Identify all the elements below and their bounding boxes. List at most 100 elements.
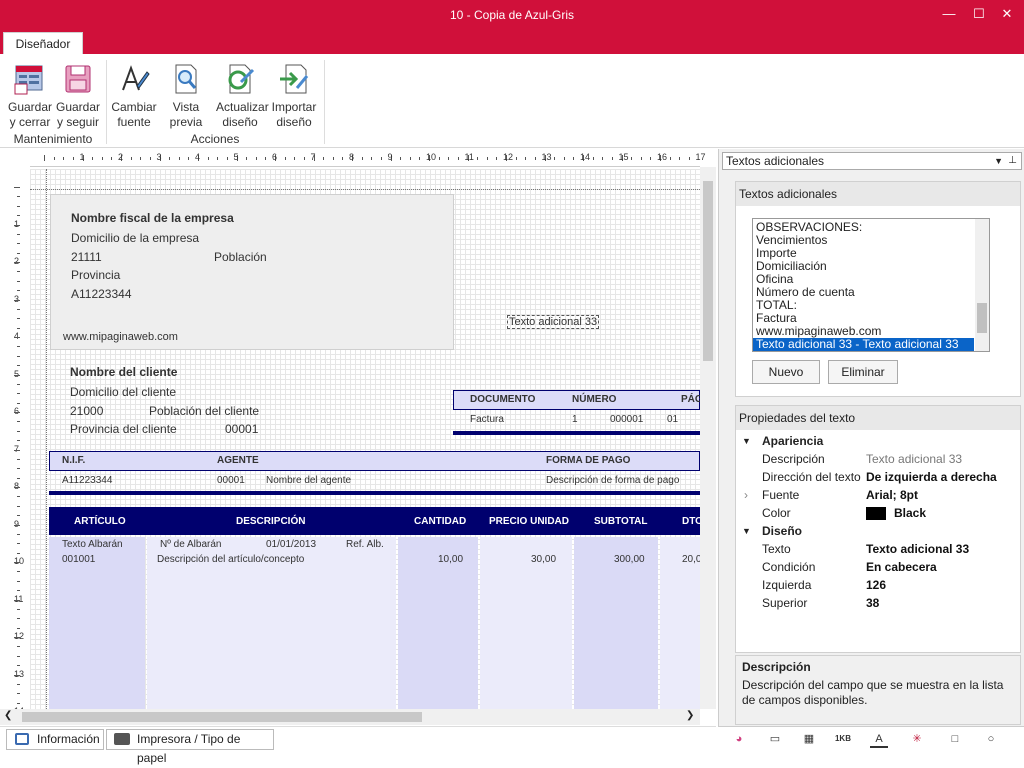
- update-design-button[interactable]: Actualizar diseño: [216, 60, 269, 129]
- delete-button[interactable]: Eliminar: [828, 360, 898, 384]
- prop-row[interactable]: Condición En cabecera: [738, 558, 1004, 576]
- agent-nif: A11223344: [62, 475, 113, 486]
- text-format-icon[interactable]: A: [870, 730, 888, 748]
- company-zip: 21111: [71, 250, 102, 264]
- database-icon[interactable]: ▦: [800, 730, 818, 748]
- collapse-icon[interactable]: ▼: [742, 432, 751, 450]
- prop-row[interactable]: Superior 38: [738, 594, 1004, 612]
- import-design-button[interactable]: Importar diseño: [270, 60, 318, 129]
- panel-icon-bar: ◕ ▭ ▦ 1KB A ✳ □ ○: [718, 726, 1024, 750]
- prop-row[interactable]: Dirección del texto De izquierda a derech…: [738, 468, 1004, 486]
- agent-header-agente: AGENTE: [217, 455, 259, 466]
- company-block[interactable]: Nombre fiscal de la empresa Domicilio de…: [50, 194, 454, 350]
- panel-selector[interactable]: Textos adicionales ▼ ⊥: [722, 152, 1022, 170]
- client-zip: 21000: [70, 404, 104, 418]
- margin-guide: [46, 169, 47, 709]
- ruler-tick: [419, 157, 421, 160]
- ruler-number: 5: [233, 152, 239, 162]
- rectangle-icon[interactable]: □: [946, 730, 964, 748]
- ruler-tick: [17, 393, 20, 395]
- category-apariencia[interactable]: ▼ Apariencia: [738, 432, 1004, 450]
- prop-value: 126: [866, 578, 887, 592]
- texts-section-title: Textos adicionales: [736, 182, 1020, 206]
- ellipse-icon[interactable]: ○: [982, 730, 1000, 748]
- category-diseno[interactable]: ▼ Diseño: [738, 522, 1004, 540]
- new-button[interactable]: Nuevo: [752, 360, 820, 384]
- line-tool-icon[interactable]: ✳: [908, 730, 926, 748]
- doc-type: Factura: [470, 414, 504, 425]
- palette-icon[interactable]: ◕: [730, 730, 748, 748]
- agent-header-forma-pago: FORMA DE PAGO: [546, 455, 631, 466]
- barcode-icon[interactable]: 1KB: [834, 730, 852, 748]
- agent-table-rule: [49, 491, 700, 495]
- client-city: Población del cliente: [149, 404, 260, 418]
- dropdown-arrow-icon[interactable]: ▼: [994, 153, 1003, 169]
- text-properties-section: Propiedades del texto ▼ Apariencia Descr…: [735, 405, 1021, 653]
- ruler-number: 17: [695, 152, 706, 162]
- albaran-number: Nº de Albarán: [160, 539, 222, 550]
- prop-row[interactable]: Izquierda 126: [738, 576, 1004, 594]
- ruler-tick: [525, 157, 527, 160]
- tab-informacion[interactable]: Información: [6, 729, 104, 750]
- document-icon[interactable]: ▭: [766, 730, 784, 748]
- prop-row[interactable]: Color Black: [738, 504, 1004, 522]
- category-diseno-label: Diseño: [762, 524, 803, 538]
- ruler-tick: [101, 157, 103, 160]
- ruler-tick: [17, 571, 20, 573]
- vertical-scrollbar[interactable]: [700, 167, 716, 709]
- panel-selector-value: Textos adicionales: [726, 154, 825, 168]
- list-scrollbar[interactable]: [975, 219, 989, 351]
- save-continue-button[interactable]: Guardar y seguir: [54, 60, 102, 129]
- ruler-tick: [361, 157, 363, 160]
- albaran-ref: Ref. Alb.: [346, 539, 384, 550]
- ruler-number: 6: [272, 152, 278, 162]
- prop-row[interactable]: Texto Texto adicional 33: [738, 540, 1004, 558]
- list-scroll-thumb[interactable]: [977, 303, 987, 333]
- tab-impresora[interactable]: Impresora / Tipo de papel: [106, 729, 274, 765]
- ruler-tick: [17, 280, 20, 282]
- font-pen-icon: [122, 65, 150, 91]
- horizontal-scroll-thumb[interactable]: [22, 712, 422, 722]
- ruler-tick: [17, 505, 20, 507]
- change-font-button[interactable]: Cambiar fuente: [110, 60, 158, 129]
- ruler-tick: [303, 157, 305, 160]
- help-text: Descripción del campo que se muestra en …: [742, 678, 1004, 707]
- save-close-button[interactable]: Guardar y cerrar: [6, 60, 54, 129]
- selected-text-field[interactable]: Texto adicional 33: [507, 315, 600, 329]
- prop-row[interactable]: Descripción Texto adicional 33: [738, 450, 1004, 468]
- minimize-button[interactable]: —: [938, 4, 960, 24]
- scroll-left-arrow-icon[interactable]: ❮: [4, 710, 12, 721]
- close-button[interactable]: ✕: [996, 4, 1018, 24]
- list-item-selected[interactable]: Texto adicional 33 - Texto adicional 33: [753, 338, 974, 351]
- update-design-icon: [228, 64, 255, 94]
- vertical-scroll-thumb[interactable]: [703, 181, 713, 361]
- prop-key: Descripción: [762, 452, 825, 466]
- save-continue-label-1: Guardar: [55, 100, 101, 114]
- prop-row[interactable]: › Fuente Arial; 8pt: [738, 486, 1004, 504]
- horizontal-scrollbar[interactable]: ❮ ❯: [0, 709, 700, 725]
- pin-icon[interactable]: ⊥: [1008, 153, 1017, 169]
- tab-disenador[interactable]: Diseñador: [3, 32, 83, 56]
- collapse-icon[interactable]: ▼: [742, 522, 751, 540]
- client-code: 00001: [225, 422, 259, 436]
- texts-list[interactable]: OBSERVACIONES: Vencimientos Importe Domi…: [752, 218, 990, 352]
- designer-canvas[interactable]: 1 2 3 4 5 6 7 8 9 10 11 12 13 14 15 16 17 1 2 3 4 5 6 7 8 9 10 11 1…: [0, 149, 716, 709]
- ruler-number: 2: [14, 256, 20, 266]
- ruler-tick: [17, 543, 20, 545]
- ruler-number: 8: [349, 152, 355, 162]
- ruler-tick: [563, 157, 565, 160]
- preview-button[interactable]: Vista previa: [162, 60, 210, 129]
- ruler-number: 2: [118, 152, 124, 162]
- ruler-tick: [111, 157, 113, 160]
- ruler-tick: [17, 243, 20, 245]
- maximize-button[interactable]: ☐: [968, 4, 990, 24]
- expand-icon[interactable]: ›: [744, 486, 748, 504]
- doc-series: 1: [572, 414, 578, 425]
- report-page[interactable]: Nombre fiscal de la empresa Domicilio de…: [30, 169, 716, 709]
- scroll-right-arrow-icon[interactable]: ❯: [686, 710, 694, 721]
- ruler-tick: [17, 702, 20, 704]
- prop-value: Black: [894, 506, 927, 520]
- company-address: Domicilio de la empresa: [71, 231, 200, 245]
- ruler-tick: [17, 693, 20, 695]
- prop-value: De izquierda a derecha: [866, 470, 997, 484]
